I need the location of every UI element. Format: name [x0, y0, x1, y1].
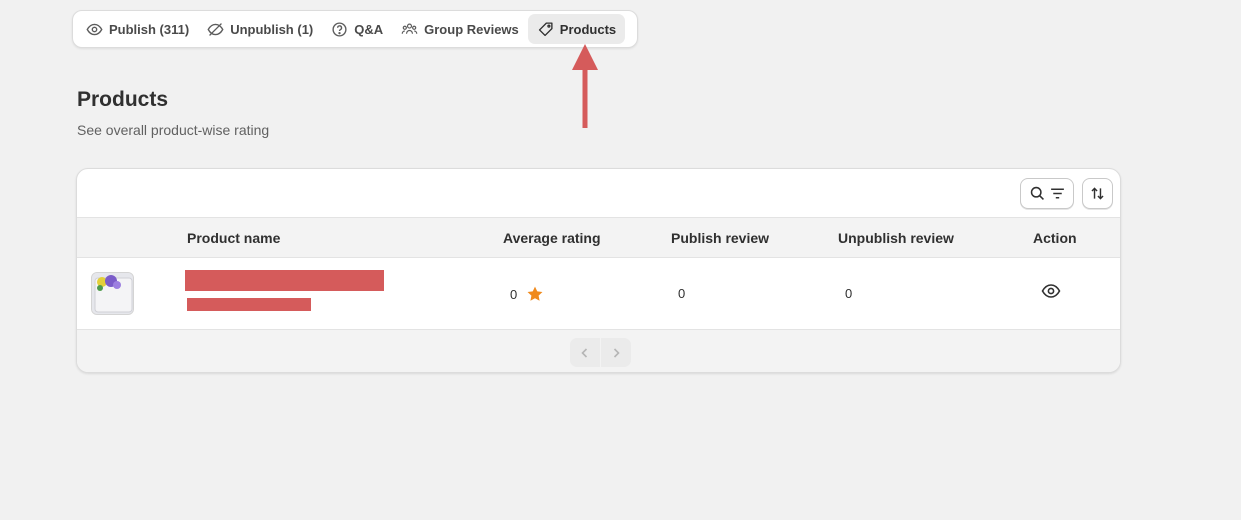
redacted-product-detail	[187, 298, 311, 311]
tab-unpublish[interactable]: Unpublish (1)	[198, 14, 322, 44]
tab-label: Publish (311)	[109, 21, 190, 37]
next-page-button[interactable]	[601, 338, 631, 367]
star-icon	[527, 286, 543, 301]
average-rating-value: 0	[510, 286, 518, 302]
table-header: Product name Average rating Publish revi…	[77, 217, 1120, 258]
average-rating-cell: 0	[510, 285, 544, 303]
product-image	[92, 273, 133, 314]
tab-publish[interactable]: Publish (311)	[77, 14, 198, 44]
search-filter-button[interactable]	[1020, 178, 1074, 209]
tab-label: Unpublish (1)	[230, 21, 314, 37]
products-table-card: Product name Average rating Publish revi…	[76, 168, 1121, 373]
table-toolbar	[77, 169, 1120, 217]
tab-label: Q&A	[354, 21, 384, 37]
redacted-product-name	[185, 270, 384, 291]
tab-label: Products	[559, 21, 617, 37]
tab-group-reviews[interactable]: Group Reviews	[392, 14, 528, 44]
column-header-unpublish-review: Unpublish review	[838, 230, 954, 246]
tab-label: Group Reviews	[424, 21, 519, 37]
table-row: 0 0 0	[77, 258, 1120, 329]
eye-icon	[86, 23, 103, 35]
search-icon	[1030, 186, 1044, 200]
unpublish-review-count: 0	[845, 286, 853, 301]
tab-qa[interactable]: Q&A	[322, 14, 392, 44]
tab-products[interactable]: Products	[527, 14, 626, 44]
filter-icon	[1050, 188, 1064, 199]
pagination-footer	[77, 329, 1120, 372]
question-icon	[332, 21, 347, 37]
publish-review-count: 0	[678, 286, 686, 301]
previous-page-button[interactable]	[570, 338, 600, 367]
chevron-left-icon	[581, 347, 588, 358]
sort-button[interactable]	[1082, 178, 1113, 209]
column-header-publish-review: Publish review	[671, 230, 770, 246]
chevron-right-icon	[613, 347, 620, 358]
column-header-product-name: Product name	[187, 230, 281, 246]
page-subtitle: See overall product-wise rating	[77, 122, 270, 138]
page-title: Products	[77, 88, 169, 111]
people-icon	[401, 23, 418, 34]
eye-off-icon	[207, 22, 224, 36]
sort-icon	[1091, 187, 1104, 200]
column-header-action: Action	[1033, 230, 1077, 246]
view-eye-icon[interactable]	[1041, 281, 1061, 301]
annotation-arrow	[572, 44, 598, 128]
column-header-average-rating: Average rating	[503, 230, 601, 246]
review-tab-bar: Publish (311) Unpublish (1) Q&A Group Re…	[72, 10, 638, 48]
product-thumbnail	[91, 272, 134, 315]
tag-icon	[538, 21, 553, 36]
